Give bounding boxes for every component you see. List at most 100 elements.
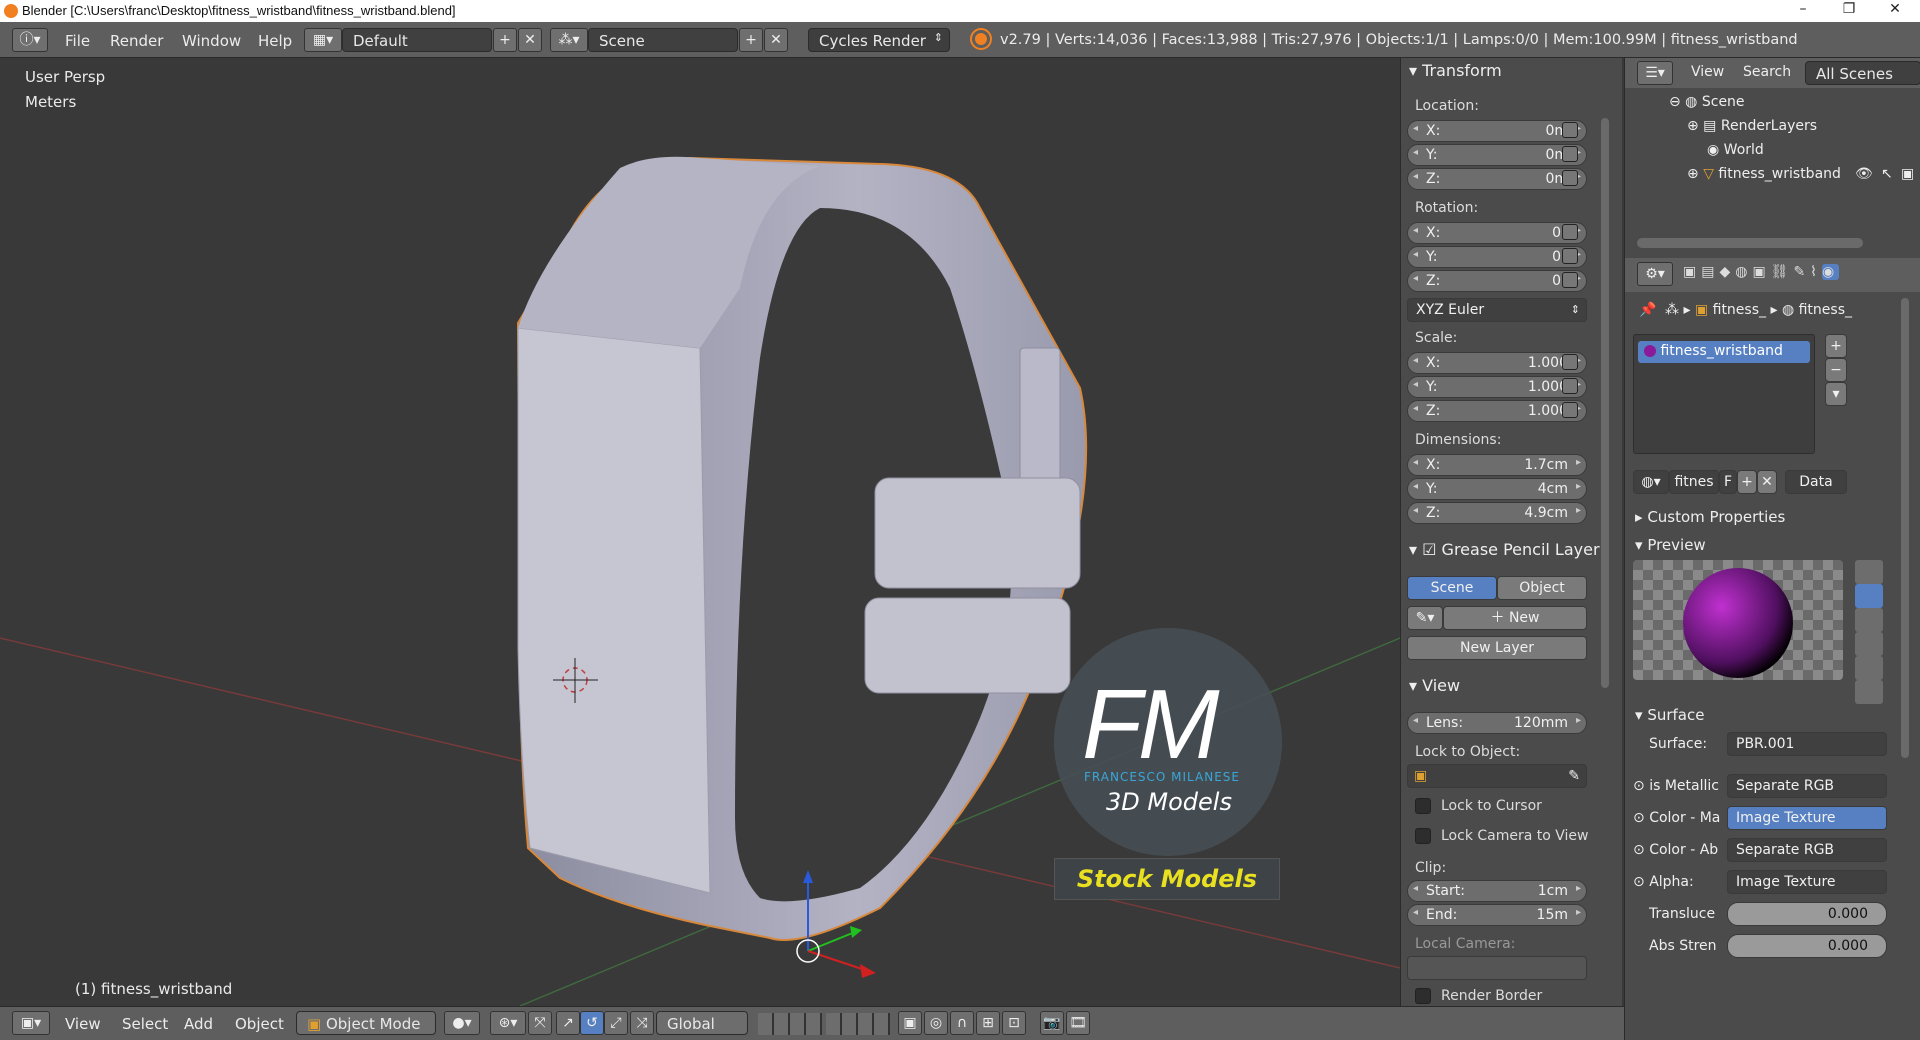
lock-rotation-x-icon[interactable] [1555,220,1585,244]
gp-new-layer-button[interactable]: New Layer [1407,636,1587,660]
n-panel-scrollbar[interactable] [1601,118,1609,688]
menu-window[interactable]: Window [182,32,241,50]
menu-object[interactable]: Object [235,1015,284,1033]
scene-field[interactable]: Scene [588,28,738,52]
lock-rotation-y-icon[interactable] [1555,244,1585,268]
remove-scene-icon[interactable]: ✕ [764,28,788,52]
properties-scrollbar[interactable] [1901,298,1909,758]
menu-render[interactable]: Render [110,32,163,50]
lock-to-object-field[interactable]: ▣ ✎ [1407,764,1587,788]
properties-context-tabs[interactable]: ▣▤◆◍▣⛓✎⌇◉ [1683,264,1919,286]
outliner-scrollbar[interactable] [1637,238,1863,248]
input-color-ab-link[interactable]: Separate RGB [1727,838,1887,862]
snap-target-icon[interactable]: ⊡ [1002,1011,1026,1035]
clip-start-field[interactable]: ◂ Start: 1cm ▸ [1407,880,1587,902]
outliner-search-menu[interactable]: Search [1743,64,1791,80]
material-slot-item[interactable]: fitness_wristband [1638,341,1810,363]
preview-hair-icon[interactable] [1855,656,1883,680]
input-color-ma-link[interactable]: Image Texture [1727,806,1887,830]
transform-panel-header[interactable]: ▾ Transform [1409,61,1502,80]
lock-to-cursor-checkbox[interactable] [1415,798,1431,814]
unlink-material-button[interactable]: ✕ [1757,470,1777,494]
editor-type-3d-view-icon[interactable]: ▣▾ [12,1011,50,1035]
preview-monkey-icon[interactable] [1855,632,1883,656]
render-camera-icon[interactable]: ▣ [1901,166,1914,182]
material-name-field[interactable]: fitnes [1669,470,1719,494]
remove-slot-button[interactable]: − [1825,358,1847,382]
remove-layout-icon[interactable]: ✕ [518,28,542,52]
surface-header[interactable]: ▾ Surface [1635,706,1704,724]
close-window-button[interactable]: ✕ [1872,1,1918,21]
add-layout-icon[interactable]: + [493,28,517,52]
opengl-render-icon[interactable]: 📷 [1040,1011,1064,1035]
scene-selector-icon[interactable]: ⁂▾ [550,28,588,52]
menu-view[interactable]: View [65,1015,101,1033]
editor-type-info-icon[interactable]: ⓘ▾ [12,28,48,52]
grease-pencil-header[interactable]: ▾ ☑ Grease Pencil Layer [1409,540,1600,559]
minimize-button[interactable]: – [1780,1,1826,21]
3d-viewport[interactable]: User Persp Meters (1) fitness_wristband … [0,58,1400,1006]
gp-new-button[interactable]: ＋ New [1443,606,1587,630]
manipulator-toggle-icon[interactable]: ⤧ [528,1011,552,1035]
menu-add[interactable]: Add [184,1015,213,1033]
layers-block-1[interactable] [758,1013,822,1035]
preview-sphere-icon[interactable] [1855,584,1883,608]
translate-manipulator-icon[interactable]: ↗ [556,1011,580,1035]
transform-orientation-select[interactable]: Global [656,1011,748,1035]
screen-layout-icon[interactable]: ▦▾ [304,28,342,52]
gp-scene-tab[interactable]: Scene [1407,576,1497,600]
outliner-item-scene[interactable]: ⊖ ◍ Scene [1669,94,1745,110]
render-border-checkbox[interactable] [1415,988,1431,1004]
outliner-view-menu[interactable]: View [1691,64,1724,80]
render-engine-select[interactable]: Cycles Render ⇕ [808,28,950,52]
local-camera-field[interactable] [1407,956,1587,980]
add-slot-button[interactable]: + [1825,334,1847,358]
preview-cube-icon[interactable] [1855,608,1883,632]
lock-location-x-icon[interactable] [1555,118,1585,142]
fake-user-button[interactable]: F [1719,470,1737,494]
view-panel-header[interactable]: ▾ View [1409,676,1460,695]
snap-magnet-icon[interactable]: ∩ [950,1011,974,1035]
menu-select[interactable]: Select [122,1015,168,1033]
rotation-mode-select[interactable]: XYZ Euler ⇕ [1407,298,1587,322]
lock-scale-y-icon[interactable] [1555,374,1585,398]
outliner-item-renderlayers[interactable]: ⊕ ▤ RenderLayers [1687,118,1817,134]
lock-layers-icon[interactable]: ▣ [898,1011,922,1035]
add-scene-icon[interactable]: + [739,28,763,52]
material-link-select[interactable]: Data [1785,470,1847,494]
preview-world-icon[interactable] [1855,680,1883,704]
material-slot-list[interactable]: fitness_wristband [1633,334,1815,454]
opengl-animation-icon[interactable]: 🎞 [1066,1011,1090,1035]
snap-element-icon[interactable]: ⊞ [976,1011,1000,1035]
surface-shader-select[interactable]: PBR.001 [1727,732,1887,756]
input-alpha-link[interactable]: Image Texture [1727,870,1887,894]
clip-end-field[interactable]: ◂ End: 15m ▸ [1407,904,1587,926]
scale-manipulator-icon[interactable]: ⤢ [604,1011,628,1035]
outliner-display-filter[interactable]: All Scenes [1805,61,1920,85]
screen-layout-field[interactable]: Default [342,28,492,52]
properties-editor-icon[interactable]: ⚙▾ [1637,262,1673,286]
move-snap-icon[interactable]: ⤨ [630,1011,654,1035]
dimensions-x-field[interactable]: ◂ X: 1.7cm ▸ [1407,454,1587,476]
lock-location-y-icon[interactable] [1555,142,1585,166]
dimensions-z-field[interactable]: ◂ Z: 4.9cm ▸ [1407,502,1587,524]
interaction-mode-select[interactable]: ▣ Object Mode [296,1011,436,1035]
manipulator-x-axis[interactable] [807,950,869,972]
lock-location-z-icon[interactable] [1555,166,1585,190]
material-browse-icon[interactable]: ◍▾ [1633,470,1669,494]
outliner-item-world[interactable]: ◉ World [1707,142,1764,158]
lock-scale-x-icon[interactable] [1555,350,1585,374]
lock-scale-z-icon[interactable] [1555,398,1585,422]
visibility-eye-icon[interactable]: 👁 [1855,166,1873,182]
maximize-button[interactable]: ❐ [1826,1,1872,21]
lock-rotation-z-icon[interactable] [1555,268,1585,292]
translucency-slider[interactable]: 0.000 [1727,902,1887,926]
dimensions-y-field[interactable]: ◂ Y: 4cm ▸ [1407,478,1587,500]
outliner-item-fitness-wristband[interactable]: ⊕ ▽ fitness_wristband [1687,166,1841,182]
menu-file[interactable]: File [65,32,90,50]
gp-pencil-icon[interactable]: ✎▾ [1407,606,1443,630]
lens-field[interactable]: ◂ Lens: 120mm ▸ [1407,712,1587,734]
input-metallic-link[interactable]: Separate RGB [1727,774,1887,798]
pivot-point-icon[interactable]: ⊛▾ [490,1011,526,1035]
selectable-cursor-icon[interactable]: ↖ [1881,166,1893,182]
